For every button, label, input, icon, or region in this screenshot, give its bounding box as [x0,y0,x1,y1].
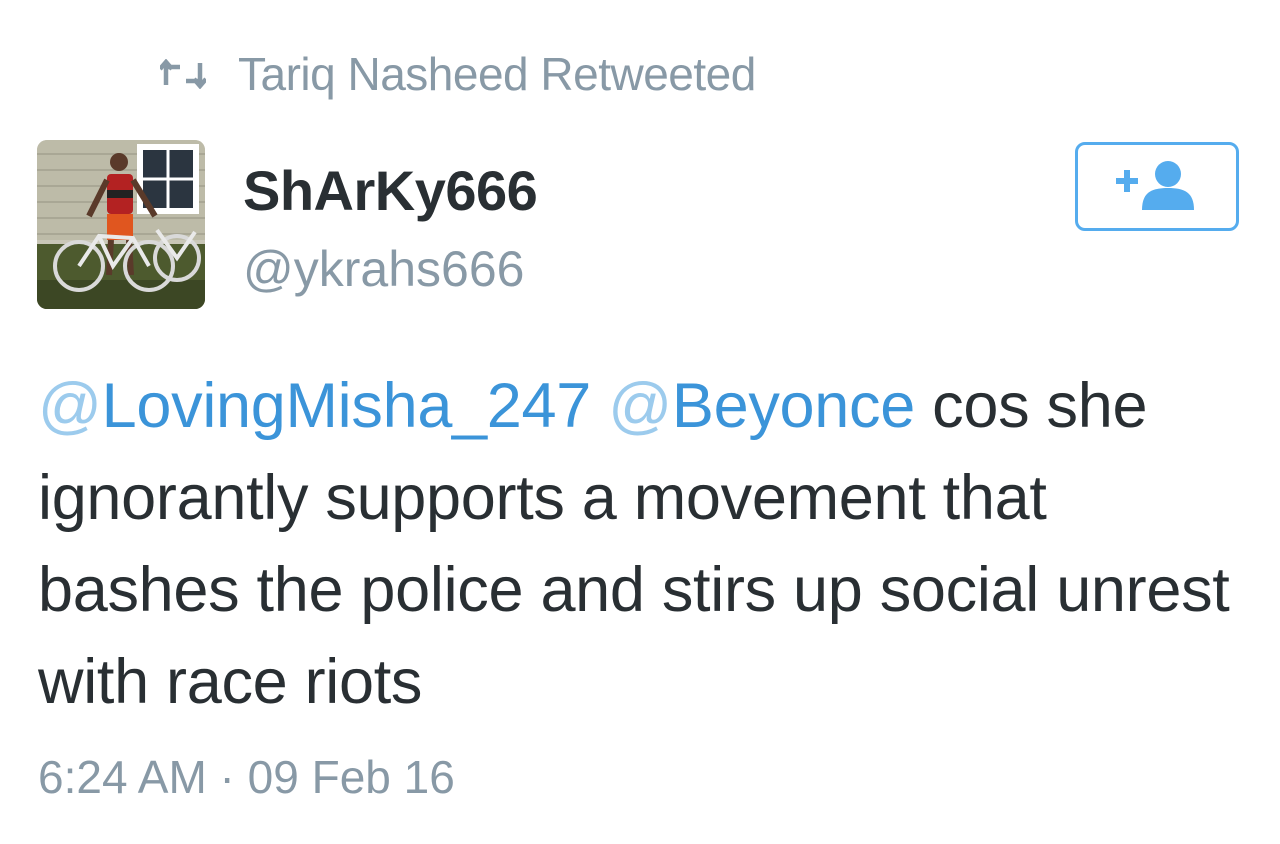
mention-name: Beyonce [671,371,915,441]
mention-at-sign: @ [38,371,102,441]
retweet-banner: Tariq Nasheed Retweeted [158,46,756,102]
avatar[interactable] [37,140,205,309]
follow-user-icon [1116,158,1198,215]
follow-button[interactable] [1075,142,1239,231]
tweet-timestamp[interactable]: 6:24 AM · 09 Feb 16 [38,750,455,804]
mention-lovingmisha[interactable]: @LovingMisha_247 [38,371,591,441]
author-display-name[interactable]: ShArKy666 [243,158,538,223]
mention-at-sign: @ [608,371,672,441]
retweeted-by-text[interactable]: Tariq Nasheed Retweeted [238,47,756,101]
retweet-icon [158,58,208,90]
mention-name: LovingMisha_247 [101,371,592,441]
mention-beyonce[interactable]: @Beyonce [608,371,915,441]
author-handle[interactable]: @ykrahs666 [243,240,524,298]
tweet-text: @LovingMisha_247 @Beyonce cos she ignora… [38,360,1258,728]
